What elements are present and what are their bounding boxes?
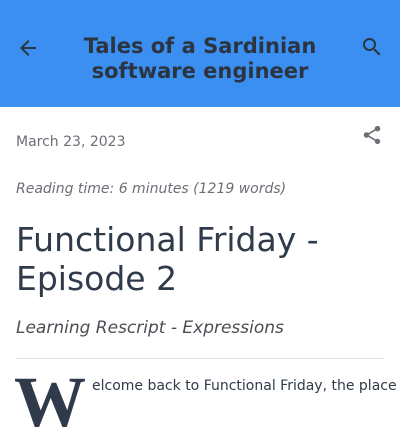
- app-bar: Tales of a Sardinian software engineer: [0, 0, 400, 107]
- search-icon[interactable]: [360, 35, 384, 59]
- reading-time: Reading time: 6 minutes (1219 words): [16, 181, 287, 197]
- divider: [16, 358, 384, 359]
- post-date: March 23, 2023: [16, 134, 126, 150]
- blog-title[interactable]: Tales of a Sardinian software engineer: [60, 34, 340, 84]
- drop-cap: W: [14, 362, 86, 442]
- post-title: Functional Friday - Episode 2: [16, 220, 386, 298]
- intro-paragraph: elcome back to Functional Friday, the pl…: [92, 378, 397, 394]
- post-title-line-2: Episode 2: [16, 259, 178, 298]
- blog-title-line-2: software engineer: [91, 59, 309, 83]
- post-title-line-1: Functional Friday -: [16, 220, 319, 259]
- share-icon[interactable]: [361, 124, 383, 146]
- arrow-back-icon[interactable]: [16, 36, 40, 60]
- post-subtitle: Learning Rescript - Expressions: [16, 318, 284, 338]
- blog-title-line-1: Tales of a Sardinian: [83, 34, 317, 58]
